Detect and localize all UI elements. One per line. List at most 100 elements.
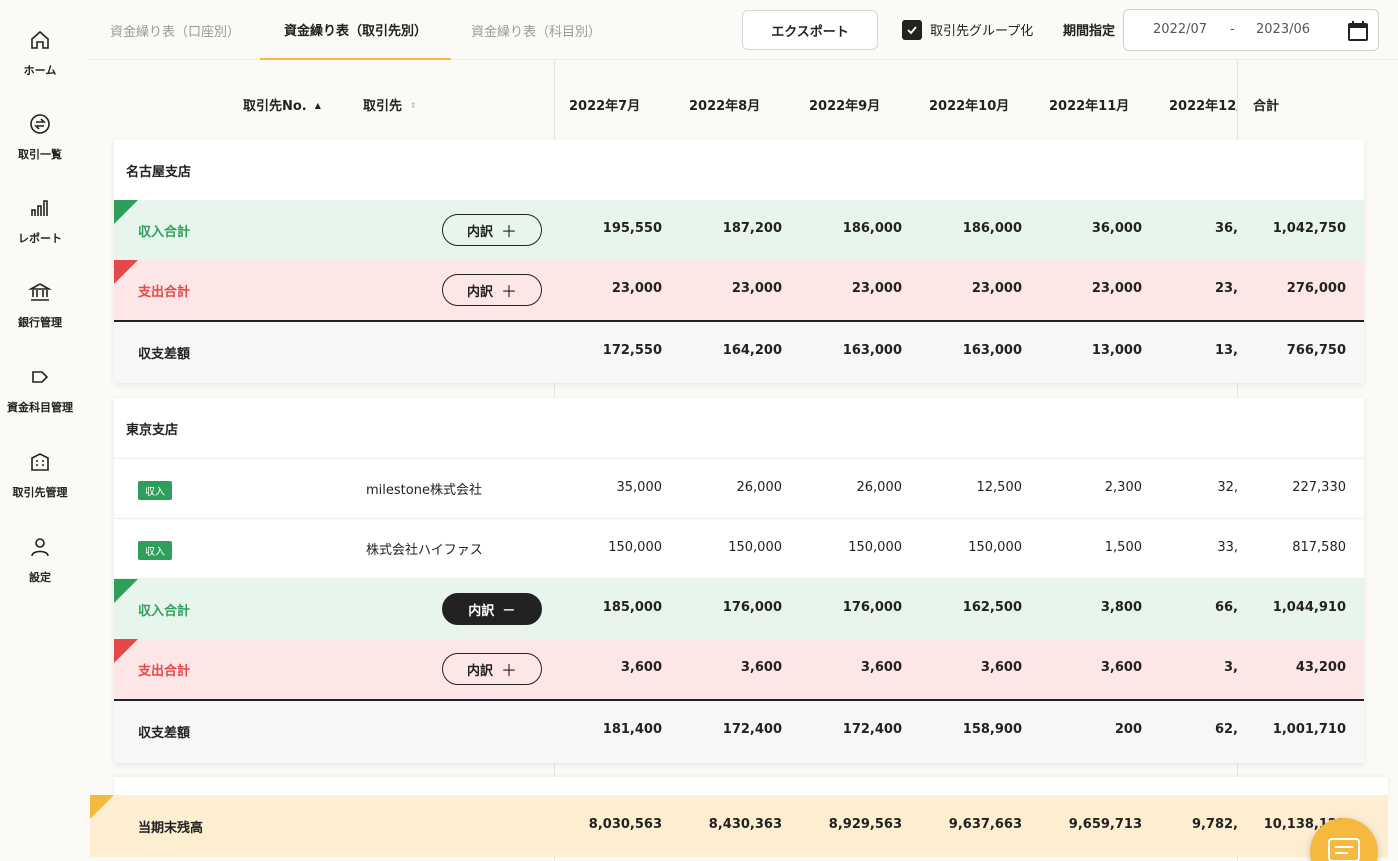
expense-corner-marker <box>114 260 138 284</box>
cell: 13, <box>1214 343 1238 358</box>
cell: 23,000 <box>731 281 782 296</box>
sort-asc-icon[interactable]: ▲ <box>315 101 321 110</box>
sidebar: ホーム 取引一覧 レポート 銀行管理 資金科目管理 取引先管理 設定 <box>0 0 80 861</box>
cell: 23,000 <box>971 281 1022 296</box>
cell: 186,000 <box>842 221 902 236</box>
row-label: 収支差額 <box>138 347 191 362</box>
total-cell: 1,044,910 <box>1272 600 1346 615</box>
cell: 36, <box>1214 221 1238 236</box>
expense-total-row: 支出合計 内訳＋ 3,600 3,600 3,600 3,600 3,600 3… <box>114 639 1364 699</box>
row-label: 収入合計 <box>138 225 191 240</box>
column-month: 2022年9月 <box>809 99 881 114</box>
cell: 36,000 <box>1091 221 1142 236</box>
cell: 23,000 <box>1091 281 1142 296</box>
cell: 3,800 <box>1100 600 1142 615</box>
cell: 162,500 <box>962 600 1022 615</box>
group-card: 名古屋支店 収入合計 内訳＋ 195,550 187,200 186,000 1… <box>114 140 1364 383</box>
cell: 3,600 <box>1100 660 1142 675</box>
income-badge: 収入 <box>138 481 172 500</box>
period-picker[interactable]: 2022/07 - 2023/06 <box>1123 9 1379 51</box>
period-to: 2023/06 <box>1256 22 1311 37</box>
cell: 3,600 <box>740 660 782 675</box>
cell: 164,200 <box>722 343 782 358</box>
cell: 181,400 <box>602 722 662 737</box>
column-month: 2022年10月 <box>929 99 1010 114</box>
column-header: 取引先No. ▲ 取引先 ⇕ 2022年7月 2022年8月 2022年9月 202… <box>90 60 1398 140</box>
cell: 3, <box>1224 660 1238 675</box>
cell: 187,200 <box>722 221 782 236</box>
difference-row: 収支差額 181,400 172,400 172,400 158,900 200… <box>114 699 1364 763</box>
calendar-icon[interactable] <box>1346 19 1370 43</box>
cell: 8,929,563 <box>828 817 902 832</box>
row-label: 当期末残高 <box>138 821 204 836</box>
column-partner-no[interactable]: 取引先No. ▲ <box>243 95 321 114</box>
sidebar-item-partners[interactable]: 取引先管理 <box>0 436 80 506</box>
cell: 150,000 <box>608 540 662 555</box>
tab-by-account[interactable]: 資金繰り表（口座別） <box>90 0 260 60</box>
total-cell: 817,580 <box>1292 540 1346 555</box>
cell: 176,000 <box>842 600 902 615</box>
income-badge: 収入 <box>138 541 172 560</box>
user-icon <box>31 538 49 557</box>
cell: 33, <box>1217 540 1238 555</box>
breakdown-button[interactable]: 内訳 − <box>442 593 542 625</box>
minus-icon: − <box>502 599 516 619</box>
cell: 26,000 <box>736 480 783 495</box>
cell: 172,400 <box>842 722 902 737</box>
cell: 26,000 <box>856 480 903 495</box>
plus-icon: ＋ <box>501 661 518 680</box>
sidebar-item-settings[interactable]: 設定 <box>0 521 80 591</box>
column-partner[interactable]: 取引先 ⇕ <box>363 95 417 114</box>
expense-corner-marker <box>114 639 138 663</box>
cell: 150,000 <box>968 540 1022 555</box>
sidebar-item-transactions[interactable]: 取引一覧 <box>0 98 80 168</box>
cell: 9,637,663 <box>948 817 1022 832</box>
sidebar-item-label: 銀行管理 <box>18 316 62 329</box>
cell: 3,600 <box>620 660 662 675</box>
cell: 13,000 <box>1091 343 1142 358</box>
total-cell: 1,001,710 <box>1272 722 1346 737</box>
tab-by-partner[interactable]: 資金繰り表（取引先別） <box>260 0 451 60</box>
plus-icon: ＋ <box>501 282 518 301</box>
period-separator: - <box>1230 22 1235 37</box>
breakdown-button[interactable]: 内訳＋ <box>442 214 542 246</box>
sidebar-item-label: 取引先管理 <box>12 486 68 499</box>
building-icon <box>31 453 49 471</box>
expense-total-row: 支出合計 内訳＋ 23,000 23,000 23,000 23,000 23,… <box>114 260 1364 320</box>
sidebar-item-home[interactable]: ホーム <box>0 14 80 84</box>
cell: 8,030,563 <box>588 817 662 832</box>
breakdown-button[interactable]: 内訳＋ <box>442 274 542 306</box>
table-row[interactable]: 収入 milestone株式会社 35,000 26,000 26,000 12… <box>114 458 1364 519</box>
row-label: 支出合計 <box>138 664 191 679</box>
cell: 163,000 <box>842 343 902 358</box>
sidebar-item-report[interactable]: レポート <box>0 182 80 252</box>
group-checkbox[interactable] <box>902 20 922 40</box>
group-card-partial <box>114 777 1388 797</box>
total-cell: 43,200 <box>1295 660 1346 675</box>
sort-icon[interactable]: ⇕ <box>410 101 417 110</box>
sidebar-item-label: 資金科目管理 <box>7 401 73 414</box>
column-total: 合計 <box>1253 99 1280 114</box>
cell: 3,600 <box>980 660 1022 675</box>
cell: 23,000 <box>611 281 662 296</box>
period-label: 期間指定 <box>1063 24 1116 39</box>
breakdown-button[interactable]: 内訳＋ <box>442 653 542 685</box>
table-row[interactable]: 収入 株式会社ハイファス 150,000 150,000 150,000 150… <box>114 519 1364 579</box>
column-month: 2022年12月 <box>1169 99 1237 114</box>
cell: 158,900 <box>962 722 1022 737</box>
cell: 200 <box>1114 722 1142 737</box>
sidebar-item-account-items[interactable]: 資金科目管理 <box>0 351 80 421</box>
income-total-row: 収入合計 内訳＋ 195,550 187,200 186,000 186,000… <box>114 200 1364 260</box>
cell: 62, <box>1214 722 1238 737</box>
sidebar-item-bank[interactable]: 銀行管理 <box>0 266 80 336</box>
row-label: 収入合計 <box>138 604 191 619</box>
export-button[interactable]: エクスポート <box>742 10 878 50</box>
partner-name: milestone株式会社 <box>366 483 482 498</box>
tag-icon <box>32 371 49 383</box>
tab-by-subject[interactable]: 資金繰り表（科目別） <box>451 0 621 60</box>
group-card: 東京支店 収入 milestone株式会社 35,000 26,000 26,0… <box>114 398 1364 763</box>
cell: 9,782, <box>1191 817 1238 832</box>
header: 資金繰り表（口座別） 資金繰り表（取引先別） 資金繰り表（科目別） エクスポート… <box>90 0 1398 60</box>
column-month: 2022年7月 <box>569 99 641 114</box>
total-cell: 227,330 <box>1292 480 1346 495</box>
